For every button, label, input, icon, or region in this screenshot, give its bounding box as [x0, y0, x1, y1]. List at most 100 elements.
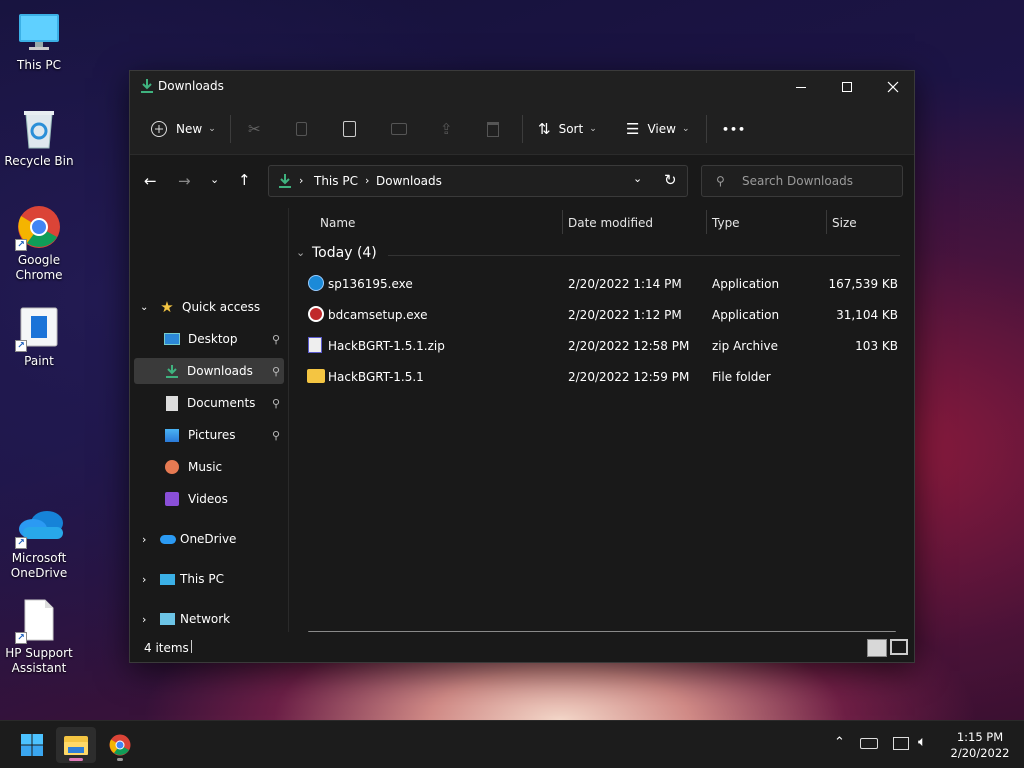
pin-icon[interactable]: ⚲ [272, 333, 280, 346]
search-box[interactable]: ⚲ Search Downloads [701, 165, 903, 197]
view-button[interactable]: ☰ View ⌄ [626, 117, 689, 141]
pane-splitter[interactable] [288, 208, 289, 634]
column-separator[interactable] [706, 210, 707, 234]
taskbar-file-explorer[interactable] [56, 727, 96, 763]
pin-icon[interactable]: ⚲ [272, 365, 280, 378]
nav-item-music[interactable]: Music [134, 454, 284, 480]
minimize-button[interactable] [778, 71, 824, 103]
active-indicator [69, 758, 83, 761]
desktop-icon-chrome[interactable]: ↗ Google Chrome [4, 205, 74, 283]
pin-icon[interactable]: ⚲ [272, 429, 280, 442]
maximize-button[interactable] [824, 71, 870, 103]
breadcrumb-chevron-icon: › [365, 174, 370, 187]
search-placeholder: Search Downloads [742, 174, 853, 188]
window-title: Downloads [158, 79, 224, 93]
nav-item-videos[interactable]: Videos [134, 486, 284, 512]
breadcrumb-chevron-icon: › [299, 174, 304, 187]
clock[interactable]: 1:15 PM 2/20/2022 [944, 729, 1016, 761]
desktop-icon-this-pc[interactable]: This PC [4, 10, 74, 73]
table-row[interactable]: sp136195.exe 2/20/2022 1:14 PM Applicati… [304, 270, 906, 298]
nav-quick-access[interactable]: ⌄ ★ Quick access [134, 294, 284, 320]
show-hidden-icons-chevron-icon[interactable]: ⌃ [834, 735, 845, 750]
nav-item-desktop[interactable]: Desktop ⚲ [134, 326, 284, 352]
new-button[interactable]: New ⌄ [150, 117, 216, 141]
file-type: Application [712, 277, 780, 291]
up-arrow-icon[interactable]: ↑ [238, 171, 251, 189]
title-bar[interactable]: Downloads [130, 71, 914, 103]
scissors-icon: ✂ [248, 120, 261, 138]
breadcrumb-this-pc[interactable]: This PC [314, 174, 358, 188]
delete-button[interactable] [487, 117, 499, 141]
pictures-icon [165, 428, 179, 442]
expand-chevron-right-icon: › [142, 572, 147, 586]
desktop-icon-recycle-bin[interactable]: Recycle Bin [4, 106, 74, 169]
file-type: Application [712, 308, 780, 322]
rename-icon [391, 123, 407, 135]
clock-date: 2/20/2022 [950, 746, 1010, 760]
toolbar-separator [230, 115, 231, 143]
large-icons-view-button[interactable] [890, 639, 908, 655]
nav-item-documents[interactable]: Documents ⚲ [134, 390, 284, 416]
file-date: 2/20/2022 1:14 PM [568, 277, 682, 291]
table-row[interactable]: bdcamsetup.exe 2/20/2022 1:12 PM Applica… [304, 301, 906, 329]
network-icon[interactable] [893, 737, 909, 750]
start-button[interactable] [12, 727, 52, 763]
paste-button[interactable] [343, 117, 356, 141]
group-divider [388, 255, 900, 256]
command-bar: New ⌄ ✂ ⇪ ⇅ Sort ⌄ ☰ View ⌄ ••• [130, 103, 914, 155]
table-row[interactable]: HackBGRT-1.5.1 2/20/2022 12:59 PM File f… [304, 363, 906, 391]
file-date: 2/20/2022 1:12 PM [568, 308, 682, 322]
forward-arrow-icon[interactable]: → [178, 172, 191, 190]
column-header-date[interactable]: Date modified [568, 216, 653, 230]
videos-icon [165, 492, 179, 506]
sort-button[interactable]: ⇅ Sort ⌄ [538, 117, 597, 141]
file-name: HackBGRT-1.5.1.zip [328, 339, 445, 353]
back-arrow-icon[interactable]: ← [144, 172, 157, 190]
nav-item-pictures[interactable]: Pictures ⚲ [134, 422, 284, 448]
star-icon: ★ [160, 298, 174, 316]
recent-locations-chevron-icon[interactable]: ⌄ [210, 173, 219, 186]
file-name: sp136195.exe [328, 277, 413, 291]
breadcrumb-downloads[interactable]: Downloads [376, 174, 442, 188]
taskbar-chrome[interactable] [100, 727, 140, 763]
clock-time: 1:15 PM [956, 730, 1004, 744]
maximize-icon [842, 82, 852, 92]
column-header-name[interactable]: Name [320, 216, 355, 230]
more-options-button[interactable]: ••• [722, 117, 746, 141]
details-view-button[interactable] [867, 639, 887, 657]
nav-network[interactable]: › Network [134, 606, 284, 632]
share-button[interactable]: ⇪ [440, 117, 453, 141]
refresh-icon[interactable]: ↻ [664, 171, 677, 189]
taskbar: ⌃ 🔈︎ 1:15 PM 2/20/2022 [0, 720, 1024, 768]
volume-icon[interactable]: 🔈︎ [918, 734, 926, 750]
desktop-icon-label: This PC [17, 58, 61, 72]
column-header-type[interactable]: Type [712, 216, 740, 230]
column-header-size[interactable]: Size [832, 216, 857, 230]
nav-label: OneDrive [180, 532, 237, 546]
nav-onedrive[interactable]: › OneDrive [134, 526, 284, 552]
copy-button[interactable] [296, 117, 307, 141]
network-icon [160, 613, 175, 625]
nav-item-downloads[interactable]: Downloads ⚲ [134, 358, 284, 384]
address-history-chevron-icon[interactable]: ⌄ [633, 172, 642, 185]
group-header-today[interactable]: ⌄ Today (4) [296, 244, 900, 268]
rename-button[interactable] [391, 117, 407, 141]
table-row[interactable]: HackBGRT-1.5.1.zip 2/20/2022 12:58 PM zi… [304, 332, 906, 360]
desktop-folder-icon [164, 333, 180, 345]
cut-button[interactable]: ✂ [248, 117, 261, 141]
column-separator[interactable] [826, 210, 827, 234]
desktop-icon-onedrive[interactable]: ↗ Microsoft OneDrive [4, 503, 74, 581]
column-separator[interactable] [562, 210, 563, 234]
desktop-icon-paint[interactable]: ↗ Paint [4, 306, 74, 369]
file-size: 31,104 KB [836, 308, 898, 322]
folder-icon [307, 369, 325, 383]
desktop-icon-hp-support[interactable]: ↗ HP Support Assistant [4, 598, 74, 676]
download-arrow-icon [166, 365, 178, 378]
address-bar[interactable]: › This PC › Downloads ⌄ ↻ [268, 165, 688, 197]
status-bar: 4 items [130, 632, 914, 662]
pin-icon[interactable]: ⚲ [272, 397, 280, 410]
close-button[interactable] [870, 71, 916, 103]
file-name: HackBGRT-1.5.1 [328, 370, 424, 384]
keyboard-icon[interactable] [860, 738, 878, 749]
nav-this-pc[interactable]: › This PC [134, 566, 284, 592]
